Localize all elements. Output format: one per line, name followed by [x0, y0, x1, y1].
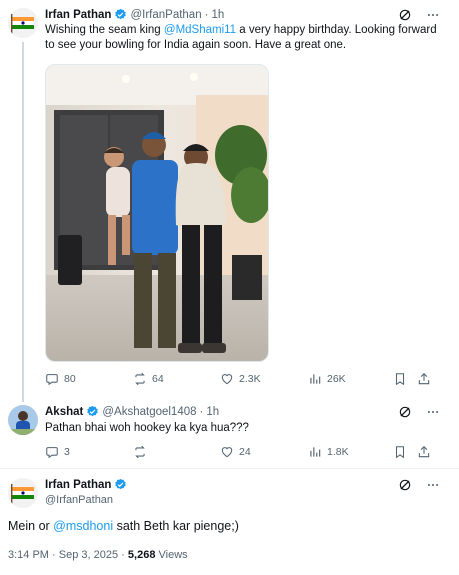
- separator: ·: [199, 405, 204, 418]
- bookmark-icon: [395, 446, 405, 459]
- main-author: Irfan Pathan: [45, 478, 130, 491]
- like-icon: [221, 374, 233, 385]
- avatar-irfan[interactable]: [8, 478, 38, 508]
- separator: ·: [52, 549, 56, 561]
- post-date[interactable]: Sep 3, 2025: [59, 549, 118, 561]
- author-name[interactable]: Irfan Pathan: [45, 9, 111, 21]
- share-icon: [418, 373, 430, 385]
- mention-link[interactable]: @msdhoni: [53, 519, 113, 533]
- repost-action[interactable]: [133, 445, 152, 459]
- share-icon: [418, 446, 430, 458]
- timestamp[interactable]: 1h: [206, 406, 219, 418]
- avatar-irfan[interactable]: [8, 8, 38, 38]
- tweet-photo[interactable]: [45, 64, 269, 362]
- separator: ·: [121, 549, 125, 561]
- grok-icon[interactable]: [398, 478, 412, 492]
- post-time[interactable]: 3:14 PM: [8, 549, 49, 561]
- share-action[interactable]: [417, 445, 431, 459]
- verified-badge-icon: [114, 478, 127, 491]
- author-name[interactable]: Irfan Pathan: [45, 479, 111, 491]
- repost-icon: [135, 445, 145, 459]
- author-name[interactable]: Akshat: [45, 406, 83, 418]
- views-count: 26K: [327, 373, 346, 385]
- repost-icon: [135, 372, 145, 386]
- grok-icon[interactable]: [398, 405, 412, 419]
- reply-count: 80: [64, 373, 76, 385]
- more-icon[interactable]: [426, 8, 440, 22]
- like-icon: [221, 447, 233, 458]
- mention-link[interactable]: @MdShami11: [164, 24, 236, 36]
- grok-icon[interactable]: [398, 8, 412, 22]
- divider: [0, 468, 459, 469]
- timestamp[interactable]: 1h: [211, 9, 224, 21]
- verified-badge-icon: [86, 405, 99, 418]
- views-icon: [310, 447, 321, 457]
- repost-action[interactable]: 64: [133, 372, 164, 386]
- author-handle[interactable]: @IrfanPathan: [130, 9, 201, 21]
- views-action[interactable]: 1.8K: [308, 445, 349, 459]
- tweet-text: Wishing the seam king @MdShami11 a very …: [45, 23, 450, 52]
- author-handle[interactable]: @Akshatgoel1408: [102, 406, 196, 418]
- thread-line: [22, 42, 24, 402]
- views-label: Views: [158, 549, 188, 561]
- reply-action[interactable]: 3: [45, 445, 70, 459]
- like-count: 2.3K: [239, 373, 261, 385]
- tweet-header: Irfan Pathan @IrfanPathan · 1h: [45, 8, 224, 21]
- more-icon[interactable]: [426, 405, 440, 419]
- reply-header: Akshat @Akshatgoel1408 · 1h: [45, 405, 219, 418]
- more-icon[interactable]: [426, 478, 440, 492]
- tweet-meta: 3:14 PM · Sep 3, 2025 · 5,268 Views: [8, 549, 188, 561]
- tweet-actions: 80 64 2.3K 26K: [45, 372, 435, 388]
- reply-actions: 3 24 1.8K: [45, 445, 435, 461]
- reply-text: Pathan bhai woh hookey ka kya hua???: [45, 422, 249, 434]
- author-handle[interactable]: @IrfanPathan: [45, 494, 113, 506]
- like-count: 24: [239, 446, 251, 458]
- reply-icon: [46, 447, 58, 459]
- reply-action[interactable]: 80: [45, 372, 76, 386]
- reply-icon: [46, 374, 58, 386]
- main-tweet-text: Mein or @msdhoni sath Beth kar pienge;): [8, 519, 239, 533]
- reply-count: 3: [64, 446, 70, 458]
- views-icon: [310, 374, 321, 384]
- views-total: 5,268: [127, 549, 156, 561]
- tweet-header-actions: [398, 8, 440, 22]
- share-action[interactable]: [417, 372, 431, 386]
- tweet-text-part: Mein or: [8, 519, 54, 533]
- bookmark-action[interactable]: [393, 372, 407, 386]
- views-action[interactable]: 26K: [308, 372, 346, 386]
- tweet-text-part: a very happy birthday. Looking forward: [236, 24, 437, 36]
- verified-badge-icon: [114, 8, 127, 21]
- reply-header-actions: [398, 405, 440, 419]
- tweet-text-part: Wishing the seam king: [45, 24, 164, 36]
- bookmark-icon: [395, 373, 405, 386]
- bookmark-action[interactable]: [393, 445, 407, 459]
- tweet-text-part: sath Beth kar pienge;): [113, 519, 239, 533]
- like-action[interactable]: 24: [220, 445, 251, 459]
- avatar-akshat[interactable]: [8, 405, 38, 435]
- main-header-actions: [398, 478, 440, 492]
- like-action[interactable]: 2.3K: [220, 372, 261, 386]
- repost-count: 64: [152, 373, 164, 385]
- tweet-text-line: to see your bowling for India again soon…: [45, 38, 347, 51]
- views-count: 1.8K: [327, 446, 349, 458]
- separator: ·: [204, 8, 209, 21]
